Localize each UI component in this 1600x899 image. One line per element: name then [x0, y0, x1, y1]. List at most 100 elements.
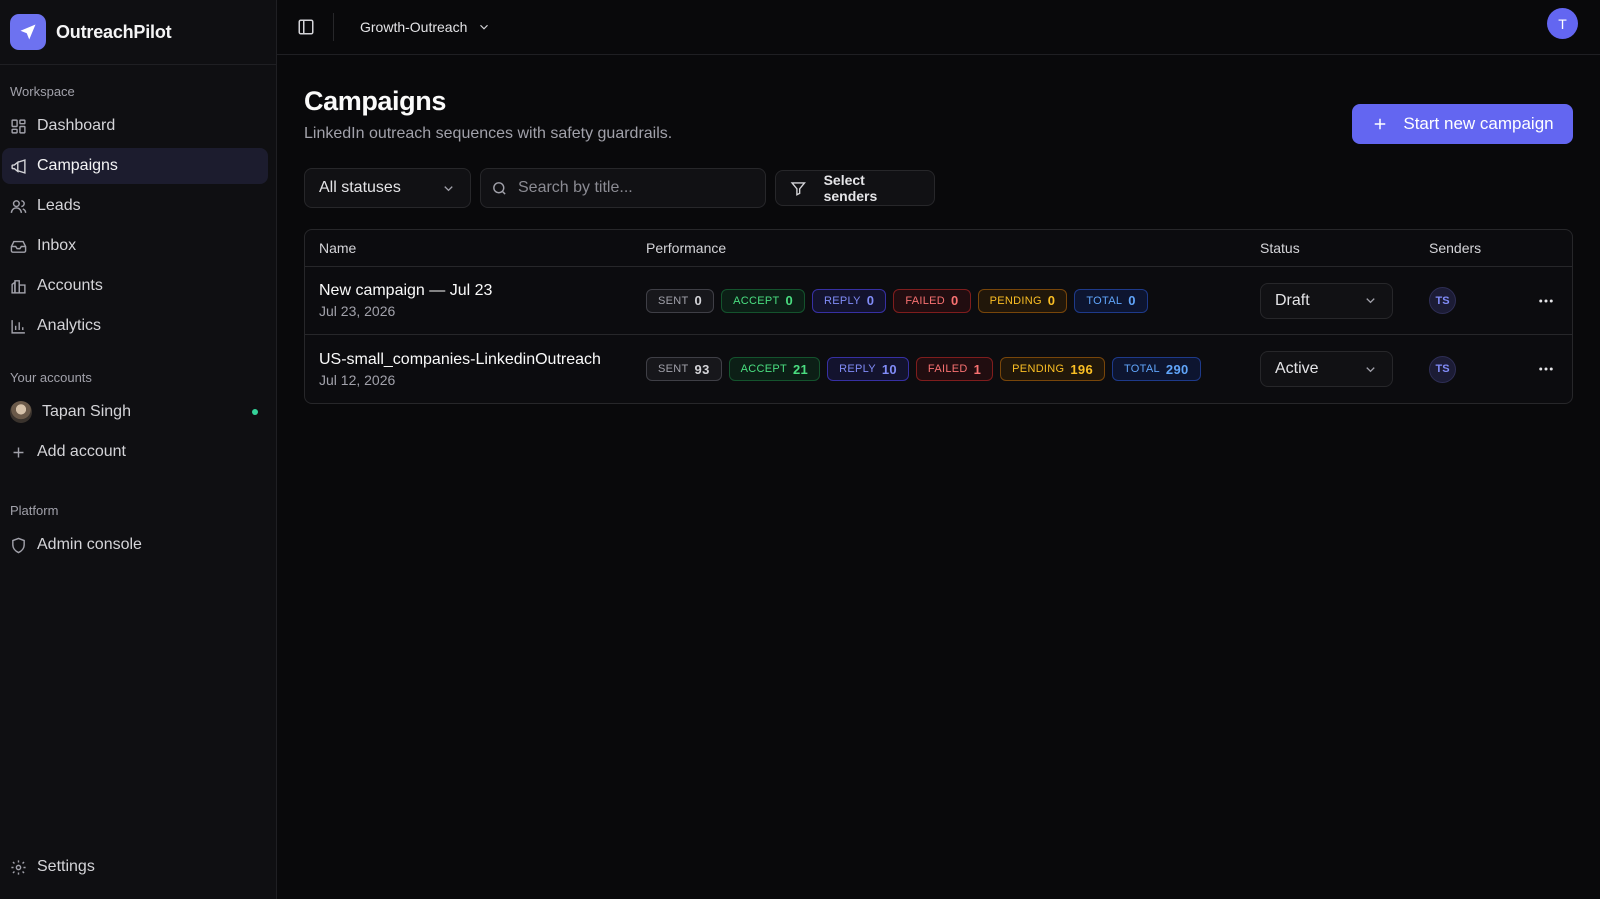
avatar [10, 401, 32, 423]
filter-icon [790, 181, 806, 196]
chevron-down-icon [1366, 366, 1375, 372]
main-panel: Growth-Outreach T Campaigns LinkedIn out… [277, 0, 1600, 899]
sidebar-item-label: Analytics [37, 317, 102, 334]
users-icon [10, 199, 27, 213]
sidebar-footer: Settings [0, 849, 276, 885]
campaign-name-cell: New campaign — Jul 23 Jul 23, 2026 [305, 282, 646, 319]
sidebar-item-settings[interactable]: Settings [2, 849, 268, 885]
inbox-icon [10, 240, 27, 253]
section-label-workspace: Workspace [10, 84, 75, 99]
table-row[interactable]: New campaign — Jul 23 Jul 23, 2026 SENT 0… [305, 267, 1572, 335]
filter-bar: All statuses Select senders [304, 168, 1573, 208]
metric-label: ACCEPT [733, 294, 780, 307]
add-account-button[interactable]: Add account [2, 434, 268, 470]
workspace-selector[interactable]: Growth-Outreach [360, 19, 491, 35]
column-header-performance: Performance [646, 240, 727, 256]
sidebar-item-campaigns[interactable]: Campaigns [2, 148, 268, 184]
column-header-senders: Senders [1429, 240, 1482, 256]
status-cell: Active [1260, 351, 1429, 387]
start-new-campaign-button[interactable]: Start new campaign [1352, 104, 1573, 144]
metric-value: 10 [881, 361, 897, 377]
more-horizontal-icon[interactable] [1537, 360, 1555, 378]
table-row[interactable]: US-small_companies-LinkedinOutreach Jul … [305, 335, 1572, 403]
chevron-down-icon [1366, 298, 1375, 304]
campaigns-table: Name Performance Status Senders New camp… [304, 229, 1573, 404]
sidebar-item-label: Admin console [37, 536, 142, 553]
metric-total-badge: TOTAL 0 [1074, 288, 1148, 313]
metric-value: 0 [951, 293, 959, 308]
sidebar-item-analytics[interactable]: Analytics [2, 308, 268, 344]
topbar: Growth-Outreach T [277, 0, 1600, 55]
campaign-status-select[interactable]: Active [1260, 351, 1393, 387]
metric-failed-badge: FAILED 1 [915, 357, 994, 381]
campaign-title[interactable]: New campaign — Jul 23 [319, 282, 646, 300]
app-root: OutreachPilot Workspace Dashboard Campai… [0, 0, 1600, 899]
bar-chart-icon [11, 319, 25, 334]
metric-pending-badge: PENDING 0 [977, 288, 1068, 313]
row-actions-cell [1521, 292, 1571, 310]
shield-icon [12, 537, 25, 553]
metric-label: ACCEPT [740, 363, 788, 375]
performance-cell: SENT 0 ACCEPT 0 REPLY 0 FAILED 0 PENDING 0 TO… [646, 288, 1260, 313]
metric-value: 93 [694, 361, 710, 377]
workspace-name: Growth-Outreach [360, 19, 468, 35]
campaign-title[interactable]: US-small_companies-LinkedinOutreach [319, 351, 646, 369]
brand-name: OutreachPilot [56, 21, 172, 42]
campaigns-page: Campaigns LinkedIn outreach sequences wi… [277, 55, 1600, 404]
brand[interactable]: OutreachPilot [0, 0, 276, 65]
metric-sent-badge: SENT 0 [646, 288, 715, 313]
status-filter-value: All statuses [319, 179, 401, 196]
plus-icon [13, 447, 24, 457]
search-input[interactable] [518, 179, 748, 197]
sidebar-item-label: Campaigns [37, 157, 118, 174]
metric-label: SENT [658, 294, 689, 307]
sidebar-item-inbox[interactable]: Inbox [2, 228, 268, 264]
send-logo-icon [10, 14, 46, 50]
senders-cell: TS [1429, 355, 1521, 383]
add-account-label: Add account [37, 443, 126, 460]
search-icon [493, 181, 506, 195]
metric-value: 1 [973, 361, 982, 377]
sidebar-item-label: Dashboard [37, 117, 116, 134]
metric-label: PENDING [1012, 363, 1065, 375]
sidebar-item-label: Accounts [37, 277, 103, 294]
column-header-status[interactable]: Status [1260, 240, 1429, 256]
column-header-name[interactable]: Name [305, 240, 646, 256]
status-filter-select[interactable]: All statuses [304, 168, 471, 208]
sender-avatar[interactable]: TS [1429, 287, 1456, 314]
sidebar-item-dashboard[interactable]: Dashboard [2, 108, 268, 144]
sidebar-item-accounts[interactable]: Accounts [2, 268, 268, 304]
campaign-name-cell: US-small_companies-LinkedinOutreach Jul … [305, 351, 646, 388]
sidebar-item-label: Settings [37, 858, 95, 875]
metric-value: 0 [1128, 293, 1136, 308]
metric-value: 0 [785, 293, 794, 308]
metric-value: 196 [1070, 361, 1093, 377]
start-new-campaign-label: Start new campaign [1403, 114, 1554, 133]
status-value: Active [1275, 360, 1319, 377]
campaign-date: Jul 23, 2026 [319, 303, 396, 319]
metric-value: 0 [866, 293, 875, 308]
chevron-down-icon [480, 24, 489, 30]
sidebar-account-tapan-singh[interactable]: Tapan Singh [2, 394, 268, 430]
section-label-your-accounts: Your accounts [10, 370, 92, 385]
user-avatar[interactable]: T [1547, 8, 1578, 39]
metric-pending-badge: PENDING 196 [1000, 357, 1105, 381]
sidebar-item-admin-console[interactable]: Admin console [2, 527, 268, 563]
campaign-status-select[interactable]: Draft [1260, 282, 1393, 319]
sidebar-toggle-icon[interactable] [297, 18, 315, 36]
sender-avatar[interactable]: TS [1429, 355, 1456, 383]
metric-label: TOTAL [1123, 363, 1160, 375]
sidebar-item-leads[interactable]: Leads [2, 188, 268, 224]
metric-label: REPLY [824, 294, 861, 307]
select-senders-button[interactable]: Select senders [775, 170, 935, 206]
section-label-platform: Platform [10, 503, 59, 518]
senders-cell: TS [1429, 287, 1521, 314]
row-actions-cell [1521, 360, 1571, 378]
account-name: Tapan Singh [42, 403, 131, 420]
sidebar-item-label: Inbox [37, 237, 77, 254]
more-horizontal-icon[interactable] [1537, 292, 1555, 310]
metric-value: 21 [793, 361, 809, 377]
metric-label: SENT [658, 363, 689, 375]
metric-value: 290 [1165, 361, 1189, 377]
online-status-dot [252, 409, 258, 415]
